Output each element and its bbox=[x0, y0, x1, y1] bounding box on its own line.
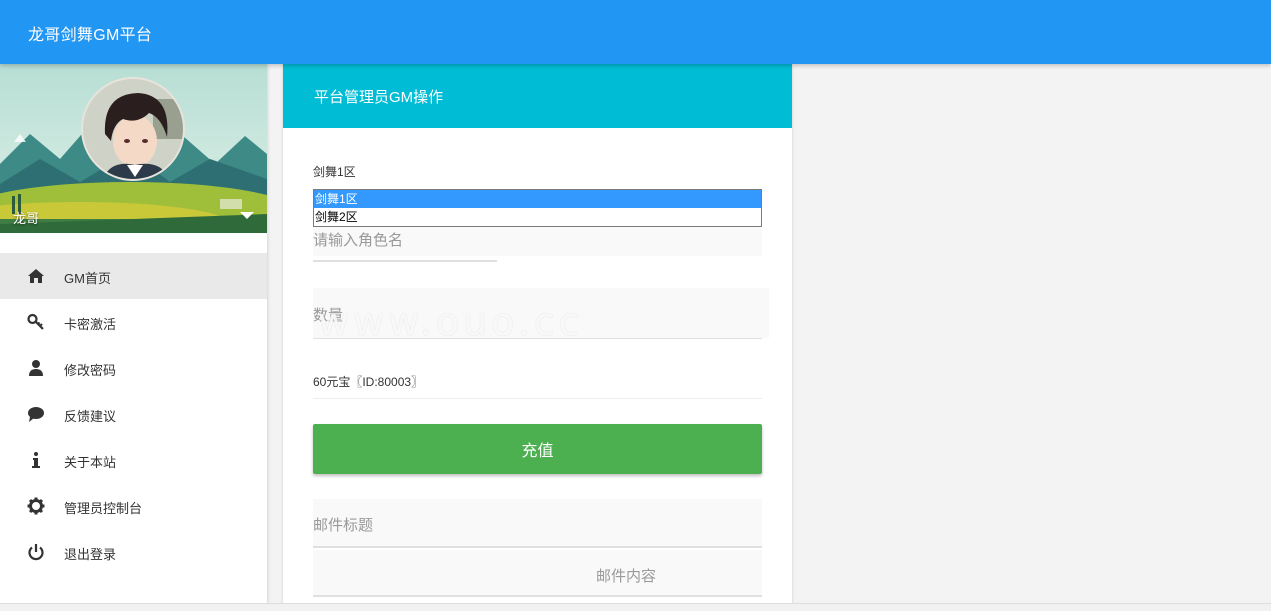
bottom-scroll-strip bbox=[0, 603, 1271, 611]
role-name-underline bbox=[313, 260, 497, 262]
role-name-input[interactable]: 请输入角色名 bbox=[313, 226, 762, 256]
gear-icon bbox=[27, 497, 45, 515]
profile-banner: 龙哥 bbox=[0, 64, 267, 233]
profile-name: 龙哥 bbox=[13, 211, 40, 226]
sidebar-item-feedback[interactable]: 反馈建议 bbox=[0, 391, 267, 437]
profile-dropdown-icon[interactable] bbox=[240, 212, 254, 219]
info-icon bbox=[27, 451, 45, 469]
mail-content-input[interactable]: 邮件内容 bbox=[313, 550, 762, 596]
sidebar-item-about[interactable]: 关于本站 bbox=[0, 437, 267, 483]
card-title: 平台管理员GM操作 bbox=[314, 89, 444, 106]
mail-content-placeholder: 邮件内容 bbox=[596, 568, 657, 585]
avatar-image bbox=[83, 79, 183, 179]
sidebar-item-label: 反馈建议 bbox=[64, 409, 117, 424]
recharge-button[interactable]: 充值 bbox=[313, 424, 762, 474]
item-select[interactable]: 60元宝〖ID:80003〗 bbox=[313, 373, 423, 390]
sidebar-nav: GM首页 卡密激活 修改密码 反馈建议 关于本站 管理员控制台 退出登录 bbox=[0, 253, 267, 575]
avatar[interactable] bbox=[81, 77, 185, 181]
key-icon bbox=[27, 313, 45, 331]
sidebar-item-label: 管理员控制台 bbox=[64, 501, 143, 516]
sidebar-item-label: 修改密码 bbox=[64, 363, 117, 378]
sidebar-item-logout[interactable]: 退出登录 bbox=[0, 529, 267, 575]
watermark: www.ouo.cc bbox=[318, 300, 584, 344]
mail-title-placeholder: 邮件标题 bbox=[313, 517, 374, 534]
sidebar-item-card-activate[interactable]: 卡密激活 bbox=[0, 299, 267, 345]
sidebar-item-label: 卡密激活 bbox=[64, 317, 117, 332]
card-header: 平台管理员GM操作 bbox=[283, 64, 792, 128]
user-icon bbox=[27, 359, 45, 377]
mail-content-underline bbox=[313, 595, 762, 597]
power-icon bbox=[27, 543, 45, 561]
mail-title-input[interactable]: 邮件标题 bbox=[313, 499, 762, 547]
sidebar-item-change-password[interactable]: 修改密码 bbox=[0, 345, 267, 391]
server-option[interactable]: 剑舞1区 bbox=[314, 190, 761, 208]
sidebar-item-label: GM首页 bbox=[64, 271, 111, 286]
server-option[interactable]: 剑舞2区 bbox=[314, 208, 761, 226]
item-underline bbox=[313, 398, 762, 399]
comment-icon bbox=[27, 405, 45, 423]
app-title: 龙哥剑舞GM平台 bbox=[28, 27, 153, 44]
role-name-placeholder: 请输入角色名 bbox=[313, 232, 404, 249]
server-select[interactable]: 剑舞1区 剑舞2区 bbox=[313, 189, 762, 227]
sidebar-item-admin-console[interactable]: 管理员控制台 bbox=[0, 483, 267, 529]
sidebar-item-label: 关于本站 bbox=[64, 455, 117, 470]
server-label: 剑舞1区 bbox=[313, 165, 356, 179]
sidebar-item-label: 退出登录 bbox=[64, 547, 117, 562]
mail-title-underline bbox=[313, 546, 762, 548]
home-icon bbox=[27, 267, 45, 285]
top-app-bar: 龙哥剑舞GM平台 bbox=[0, 0, 1271, 64]
sidebar-item-gm-home[interactable]: GM首页 bbox=[0, 253, 267, 299]
sidebar: 龙哥 GM首页 卡密激活 修改密码 反馈建议 关于本站 管理员控制台 退出登录 bbox=[0, 64, 267, 611]
